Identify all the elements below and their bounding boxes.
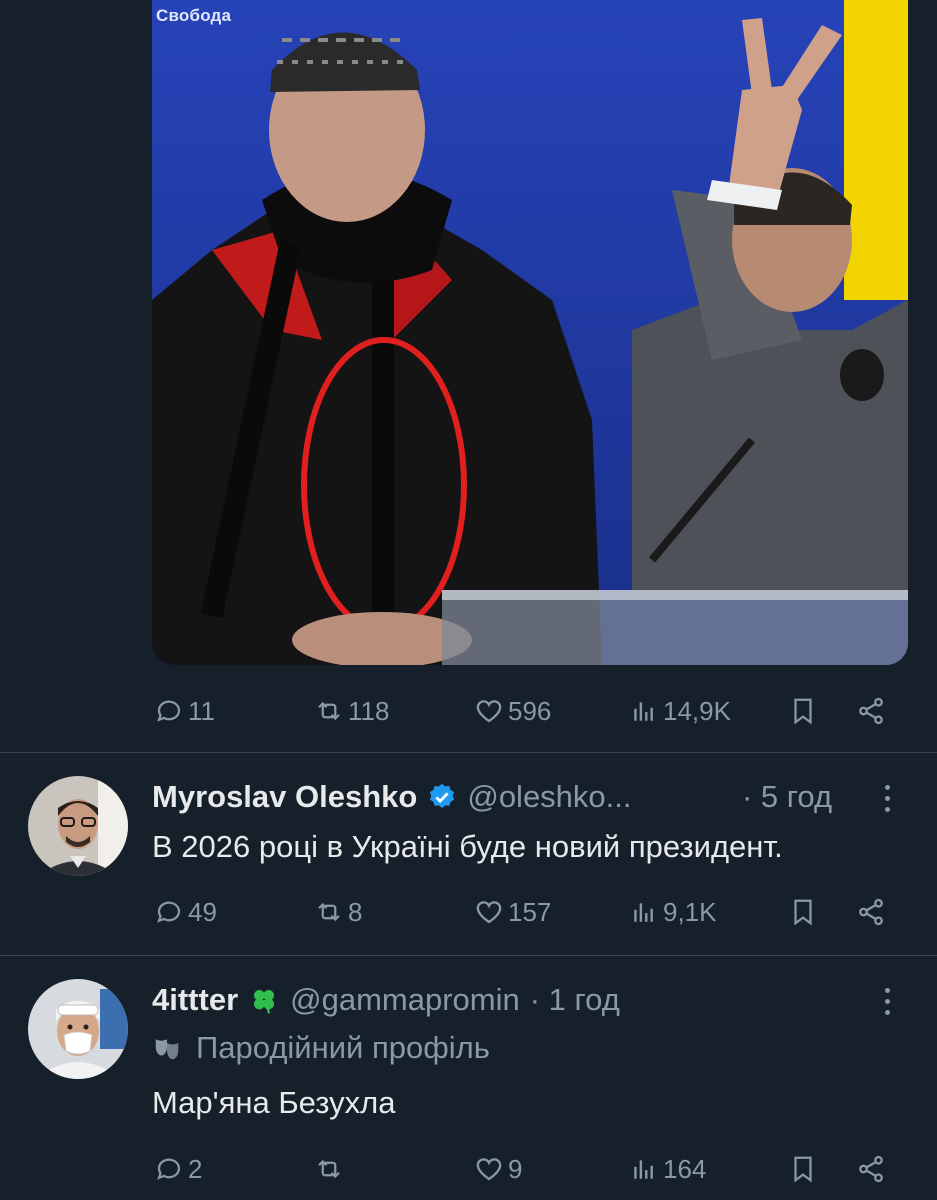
repost-count: 118 <box>348 695 390 726</box>
display-name[interactable]: Myroslav Oleshko <box>152 779 417 815</box>
reply-icon <box>152 895 186 929</box>
display-name[interactable]: 4ittter <box>152 982 238 1018</box>
reply-button[interactable]: 49 <box>152 892 217 932</box>
parody-label: Пародійний профіль <box>152 1028 490 1068</box>
views-icon <box>627 895 661 929</box>
like-count: 596 <box>508 695 552 726</box>
like-count: 157 <box>508 896 552 927</box>
repost-icon <box>312 895 346 929</box>
avatar[interactable] <box>28 979 128 1079</box>
reply-count: 11 <box>188 695 215 726</box>
views-button[interactable]: 164 <box>627 1149 706 1189</box>
timestamp[interactable]: · 1 год <box>530 982 620 1018</box>
user-handle[interactable]: @gammapromin <box>290 982 520 1018</box>
clover-icon <box>248 984 280 1016</box>
share-icon <box>854 694 888 728</box>
more-icon[interactable] <box>877 778 897 818</box>
views-count: 9,1K <box>663 896 717 927</box>
timestamp[interactable]: · 5 год <box>742 777 832 817</box>
share-button[interactable] <box>852 691 892 731</box>
repost-button[interactable]: 8 <box>312 892 362 932</box>
avatar[interactable] <box>28 776 128 876</box>
verified-badge-icon <box>427 782 457 812</box>
reply-action-bar: 49 8 157 9,1K <box>152 892 892 932</box>
repost-button[interactable]: 118 <box>312 691 389 731</box>
views-icon <box>627 1152 661 1186</box>
repost-count: 8 <box>348 896 363 927</box>
like-icon <box>472 1152 506 1186</box>
photo-illustration <box>152 0 908 665</box>
share-button[interactable] <box>852 892 892 932</box>
reply-button[interactable]: 2 <box>152 1149 202 1189</box>
share-icon <box>854 1152 888 1186</box>
bookmark-button[interactable] <box>784 1149 824 1189</box>
bookmark-button[interactable] <box>784 691 824 731</box>
repost-icon <box>312 1152 346 1186</box>
repost-button[interactable] <box>312 1149 348 1189</box>
like-button[interactable]: 157 <box>472 892 551 932</box>
user-handle[interactable]: @oleshko... <box>467 779 631 815</box>
like-count: 9 <box>508 1153 523 1184</box>
parody-mask-icon <box>152 1033 182 1063</box>
like-icon <box>472 694 506 728</box>
reply-header: 4ittter @gammapromin · 1 год <box>152 979 620 1021</box>
share-icon <box>854 895 888 929</box>
views-icon <box>627 694 661 728</box>
reply-text: В 2026 році в Україні буде новий президе… <box>152 829 783 864</box>
repost-icon <box>312 694 346 728</box>
bookmark-button[interactable] <box>784 892 824 932</box>
divider <box>0 955 937 956</box>
main-tweet-action-bar: 11 118 596 14,9K <box>152 691 892 731</box>
media-watermark: Свобода <box>156 6 232 25</box>
like-icon <box>472 895 506 929</box>
reply-button[interactable]: 11 <box>152 691 215 731</box>
reply-count: 2 <box>188 1153 203 1184</box>
reply-count: 49 <box>188 896 217 927</box>
bookmark-icon <box>786 895 820 929</box>
like-button[interactable]: 596 <box>472 691 551 731</box>
views-count: 14,9K <box>663 695 731 726</box>
tweet-media-photo[interactable]: Свобода <box>152 0 908 665</box>
bookmark-icon <box>786 694 820 728</box>
reply-icon <box>152 1152 186 1186</box>
share-button[interactable] <box>852 1149 892 1189</box>
parody-text: Пародійний профіль <box>196 1030 490 1065</box>
bookmark-icon <box>786 1152 820 1186</box>
reply-header: Myroslav Oleshko @oleshko... <box>152 777 632 817</box>
reply-action-bar: 2 9 164 <box>152 1149 892 1189</box>
like-button[interactable]: 9 <box>472 1149 522 1189</box>
views-button[interactable]: 9,1K <box>627 892 717 932</box>
reply-text: Мар'яна Безухла <box>152 1085 396 1120</box>
views-count: 164 <box>663 1153 707 1184</box>
divider <box>0 752 937 753</box>
more-icon[interactable] <box>877 981 897 1021</box>
views-button[interactable]: 14,9K <box>627 691 731 731</box>
reply-icon <box>152 694 186 728</box>
